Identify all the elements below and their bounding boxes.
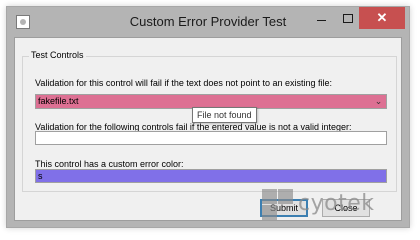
chevron-down-icon[interactable]: ⌄ [371,95,386,108]
logo-square-3 [262,205,277,220]
logo-square-2 [278,189,293,204]
watermark-logo: cyotek [262,189,412,225]
error-tooltip: File not found [192,107,257,123]
custom-color-input[interactable]: s [35,169,387,183]
watermark-text: cyotek [298,191,375,216]
integer-input[interactable] [35,131,387,145]
maximize-button[interactable] [334,7,360,29]
group-legend: Test Controls [29,50,86,60]
logo-square-1 [262,189,277,204]
file-validation-label: Validation for this control will fail if… [35,78,332,88]
close-window-button[interactable]: ✕ [359,7,405,29]
title-bar: Custom Error Provider Test ✕ [7,7,409,37]
custom-color-label: This control has a custom error color: [35,159,184,169]
minimize-button[interactable] [308,7,334,29]
